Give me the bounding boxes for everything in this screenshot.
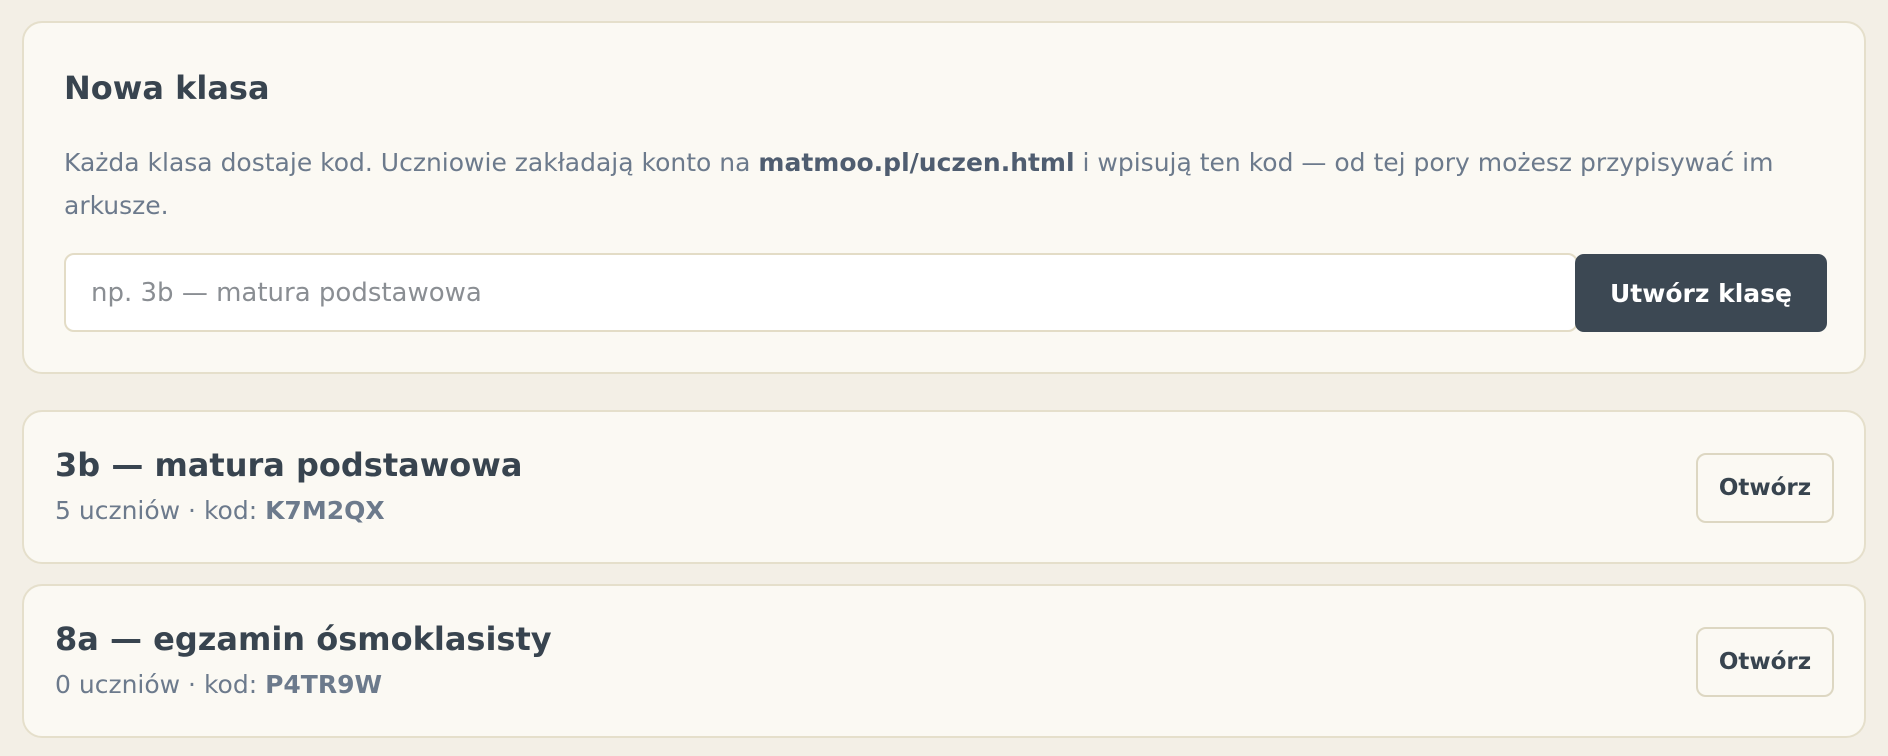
class-card: 3b — matura podstawowa 5 uczniów · kod: … <box>22 410 1866 564</box>
class-name: 8a — egzamin ósmoklasisty <box>55 620 552 658</box>
new-class-panel: Nowa klasa Każda klasa dostaje kod. Uczn… <box>22 21 1866 374</box>
open-class-button[interactable]: Otwórz <box>1696 453 1834 523</box>
class-meta: 5 uczniów · kod: K7M2QX <box>55 496 385 525</box>
class-name-input[interactable] <box>64 253 1578 332</box>
class-code: P4TR9W <box>265 670 383 699</box>
new-class-description: Każda klasa dostaje kod. Uczniowie zakła… <box>64 141 1824 227</box>
new-class-title: Nowa klasa <box>64 69 270 107</box>
class-code: K7M2QX <box>265 496 385 525</box>
class-card: 8a — egzamin ósmoklasisty 0 uczniów · ko… <box>22 584 1866 738</box>
open-class-button[interactable]: Otwórz <box>1696 627 1834 697</box>
create-class-button[interactable]: Utwórz klasę <box>1575 254 1827 332</box>
description-text-start: Każda klasa dostaje kod. Uczniowie zakła… <box>64 148 759 177</box>
class-name: 3b — matura podstawowa <box>55 446 523 484</box>
student-count: 0 uczniów · kod: <box>55 670 266 699</box>
class-meta: 0 uczniów · kod: P4TR9W <box>55 670 382 699</box>
student-signup-url: matmoo.pl/uczen.html <box>758 148 1075 177</box>
student-count: 5 uczniów · kod: <box>55 496 266 525</box>
